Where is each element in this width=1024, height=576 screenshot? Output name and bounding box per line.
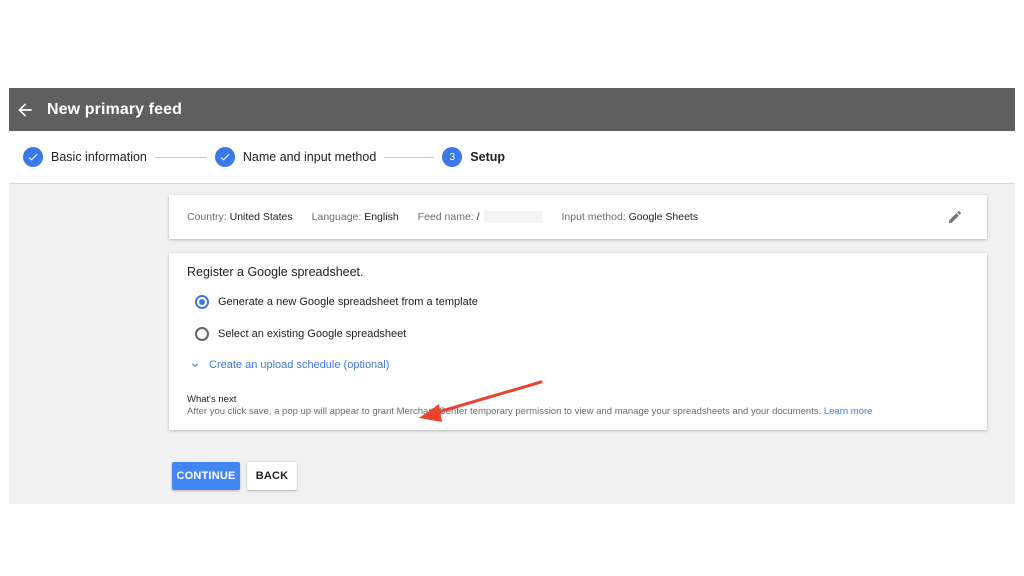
merchant-center-app: New primary feed Basic information Name … — [9, 88, 1015, 504]
step-label: Name and input method — [243, 150, 376, 164]
step-basic-information: Basic information — [23, 147, 147, 167]
step-name-and-input-method: Name and input method — [215, 147, 376, 167]
register-title: Register a Google spreadsheet. — [187, 265, 364, 279]
step-label: Basic information — [51, 150, 147, 164]
top-app-bar: New primary feed — [9, 88, 1015, 131]
step-connector — [384, 157, 434, 158]
register-spreadsheet-card: Register a Google spreadsheet. Generate … — [169, 253, 987, 430]
radio-button-unchecked[interactable] — [195, 327, 209, 341]
check-icon — [23, 147, 43, 167]
progress-stepper: Basic information Name and input method … — [9, 131, 1015, 184]
summary-feed-name: Feed name: / — [418, 211, 543, 223]
back-button[interactable]: BACK — [247, 462, 297, 490]
step-connector — [155, 157, 207, 158]
whats-next-title: What's next — [187, 394, 236, 405]
learn-more-link[interactable]: Learn more — [824, 406, 873, 417]
back-arrow-icon[interactable] — [15, 100, 35, 120]
step-setup: 3 Setup — [442, 147, 505, 167]
step-number-badge: 3 — [442, 147, 462, 167]
option-select-existing[interactable]: Select an existing Google spreadsheet — [195, 327, 406, 341]
option-label: Select an existing Google spreadsheet — [218, 328, 406, 340]
continue-button[interactable]: CONTINUE — [172, 462, 240, 490]
upload-schedule-toggle[interactable]: Create an upload schedule (optional) — [189, 359, 389, 371]
summary-country: Country: United States — [187, 211, 293, 223]
page-title: New primary feed — [47, 101, 182, 119]
redacted-feed-name — [484, 211, 542, 223]
chevron-down-icon — [189, 359, 201, 371]
summary-language: Language: English — [312, 211, 399, 223]
whats-next-description: After you click save, a pop up will appe… — [187, 406, 872, 417]
summary-input-method: Input method: Google Sheets — [561, 211, 698, 223]
upload-schedule-link[interactable]: Create an upload schedule (optional) — [209, 359, 389, 371]
option-label: Generate a new Google spreadsheet from a… — [218, 296, 478, 308]
feed-name-value: / — [477, 211, 480, 223]
feed-summary-card: Country: United States Language: English… — [169, 195, 987, 239]
edit-pencil-icon[interactable] — [947, 209, 963, 225]
option-generate-new[interactable]: Generate a new Google spreadsheet from a… — [195, 295, 478, 309]
radio-button-checked[interactable] — [195, 295, 209, 309]
step-label: Setup — [470, 150, 505, 164]
check-icon — [215, 147, 235, 167]
